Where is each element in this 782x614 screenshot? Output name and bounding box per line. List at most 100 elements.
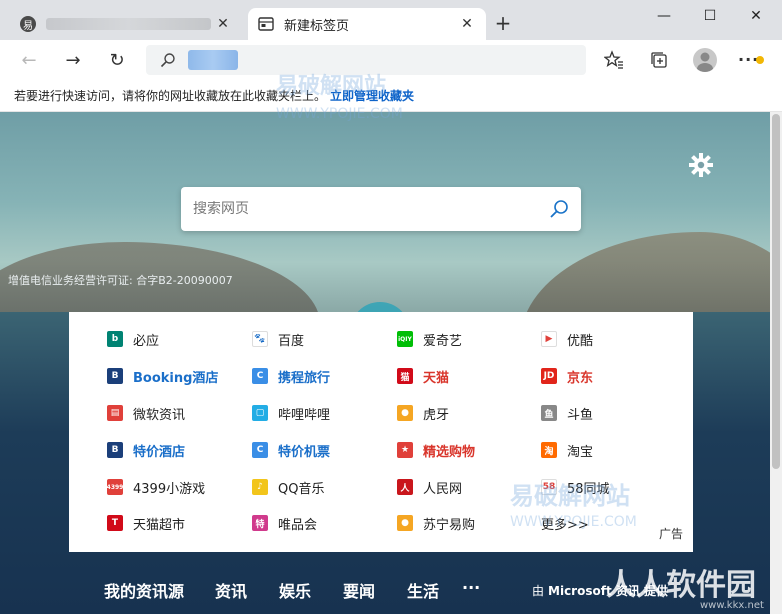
back-button[interactable]: ←: [16, 48, 42, 72]
quick-link-item[interactable]: 🐾 百度: [252, 328, 304, 350]
more-categories-button[interactable]: ···: [462, 578, 480, 597]
quick-link-item[interactable]: ● 苏宁易购: [397, 512, 475, 534]
favorites-hint-text: 若要进行快速访问，请将你的网址收藏放在此收藏夹栏上。: [14, 89, 327, 103]
tab-previous[interactable]: 易 ✕: [10, 8, 242, 40]
news-tab[interactable]: 生活: [407, 578, 439, 602]
quick-link-item[interactable]: B 特价酒店: [107, 439, 185, 461]
news-feed-nav: 由 Microsoft 资讯 提供 我的资讯源 资讯 娱乐 要闻 生活 ···: [0, 572, 770, 606]
close-tab-icon[interactable]: ✕: [214, 15, 232, 33]
quick-link-item[interactable]: ▢ 哔哩哔哩: [252, 402, 330, 424]
quick-link-label: 特价酒店: [133, 444, 186, 460]
quick-link-label: 人民网: [423, 481, 463, 497]
news-tab[interactable]: 资讯: [215, 578, 247, 602]
jd-icon: JD: [541, 368, 557, 384]
news-tab[interactable]: 要闻: [343, 578, 375, 602]
news-provider-credit: 由 Microsoft 资讯 提供: [532, 582, 668, 599]
quick-link-item[interactable]: JD 京东: [541, 365, 593, 387]
douyu-icon: 鱼: [541, 405, 557, 421]
tab-strip: 易 ✕ 新建标签页 ✕ + — ☐ ✕: [0, 0, 782, 40]
youku-icon: ▶: [541, 331, 557, 347]
ctrip-icon: C: [252, 368, 268, 384]
manage-favorites-link[interactable]: 立即管理收藏夹: [330, 87, 414, 104]
people-icon: 人: [397, 479, 413, 495]
quick-link-item[interactable]: 58 58同城: [541, 476, 610, 498]
quick-link-item[interactable]: 鱼斗鱼: [541, 402, 593, 424]
taobao-icon: 淘: [541, 442, 557, 458]
quick-link-label: 更多>>: [541, 517, 589, 533]
quick-link-label: 特价机票: [278, 444, 331, 460]
quick-link-item[interactable]: ● 虎牙: [397, 402, 449, 424]
favorites-bar-hint: 若要进行快速访问，请将你的网址收藏放在此收藏夹栏上。 立即管理收藏夹: [0, 80, 782, 112]
credit-prefix: 由: [532, 584, 545, 598]
credit-text: Microsoft 资讯 提供: [548, 584, 669, 598]
news-tab[interactable]: 娱乐: [279, 578, 311, 602]
search-icon: [550, 200, 568, 218]
close-tab-icon[interactable]: ✕: [458, 15, 476, 33]
quick-link-item[interactable]: C 携程旅行: [252, 365, 330, 387]
favorites-star-icon[interactable]: [603, 49, 625, 71]
quick-link-item[interactable]: 猫天猫: [397, 365, 449, 387]
quick-link-label: 苏宁易购: [423, 517, 476, 533]
scrollbar-thumb[interactable]: [772, 114, 780, 469]
quick-link-label: 天猫: [423, 370, 450, 386]
iqiyi-icon: iQIY: [397, 331, 413, 347]
new-tab-button[interactable]: +: [492, 13, 514, 35]
tmall-market-icon: T: [107, 515, 123, 531]
vip-icon: 特: [252, 515, 268, 531]
quick-link-label: 虎牙: [423, 407, 450, 423]
refresh-button[interactable]: ↻: [104, 48, 130, 72]
search-submit-button[interactable]: [537, 187, 581, 231]
quick-link-label: 优酷: [567, 333, 594, 349]
maximize-button[interactable]: ☐: [690, 4, 730, 28]
ad-label: 广告: [658, 527, 683, 541]
quick-link-label: 淘宝: [567, 444, 594, 460]
huya-icon: ●: [397, 405, 413, 421]
collections-icon[interactable]: [648, 49, 670, 71]
ctrip-icon: C: [252, 442, 268, 458]
address-bar[interactable]: [146, 45, 586, 75]
shopping-icon: ★: [397, 442, 413, 458]
quick-links-panel: 广告 b 必应 🐾 百度 iQIY 爱奇艺 ▶ 优酷 B Booking酒店 C 携程旅行 猫天猫 JD 京…: [69, 312, 693, 552]
page-settings-gear-icon[interactable]: [688, 152, 714, 178]
quick-link-item[interactable]: 特唯品会: [252, 512, 317, 534]
booking-icon: B: [107, 442, 123, 458]
quick-link-label: 京东: [567, 370, 594, 386]
tab-title-redacted: [46, 18, 211, 30]
quick-link-item[interactable]: ★ 精选购物: [397, 439, 475, 461]
quick-link-item[interactable]: C 特价机票: [252, 439, 330, 461]
quick-link-label: 4399小游戏: [133, 481, 206, 497]
58-icon: 58: [541, 479, 557, 495]
quick-link-item[interactable]: ♪ QQ音乐: [252, 476, 324, 498]
quick-link-label: QQ音乐: [278, 481, 325, 497]
bilibili-icon: ▢: [252, 405, 268, 421]
quick-link-item[interactable]: ▤ 微软资讯: [107, 402, 185, 424]
new-tab-page-icon: [258, 16, 274, 32]
quick-link-item[interactable]: 淘淘宝: [541, 439, 593, 461]
quick-link-label: 百度: [278, 333, 305, 349]
quick-link-item[interactable]: iQIY 爱奇艺: [397, 328, 462, 350]
quick-link-label: 58同城: [567, 481, 610, 497]
url-redacted: [188, 50, 238, 70]
quick-link-item[interactable]: T 天猫超市: [107, 512, 185, 534]
quick-link-item[interactable]: b 必应: [107, 328, 159, 350]
profile-avatar[interactable]: [693, 48, 717, 72]
settings-more-button[interactable]: ···: [738, 50, 764, 70]
quick-link-item[interactable]: 4399 4399小游戏: [107, 476, 205, 498]
web-search-input[interactable]: [193, 201, 537, 217]
license-text: 增值电信业务经营许可证: 合字B2-20090007: [8, 274, 233, 287]
tab-new-tab[interactable]: 新建标签页 ✕: [248, 8, 486, 40]
news-tab[interactable]: 我的资讯源: [104, 578, 184, 602]
forward-button[interactable]: →: [60, 48, 86, 72]
quick-link-label: 爱奇艺: [423, 333, 463, 349]
quick-link-item[interactable]: ▶ 优酷: [541, 328, 593, 350]
close-window-button[interactable]: ✕: [736, 4, 776, 28]
tmall-icon: 猫: [397, 368, 413, 384]
quick-link-label: 精选购物: [423, 444, 476, 460]
qqmusic-icon: ♪: [252, 479, 268, 495]
quick-link-item[interactable]: 更多>>: [541, 512, 589, 534]
suning-icon: ●: [397, 515, 413, 531]
baidu-paw-icon: 🐾: [252, 331, 268, 347]
quick-link-item[interactable]: B Booking酒店: [107, 365, 218, 387]
minimize-button[interactable]: —: [644, 4, 684, 28]
quick-link-item[interactable]: 人人民网: [397, 476, 462, 498]
